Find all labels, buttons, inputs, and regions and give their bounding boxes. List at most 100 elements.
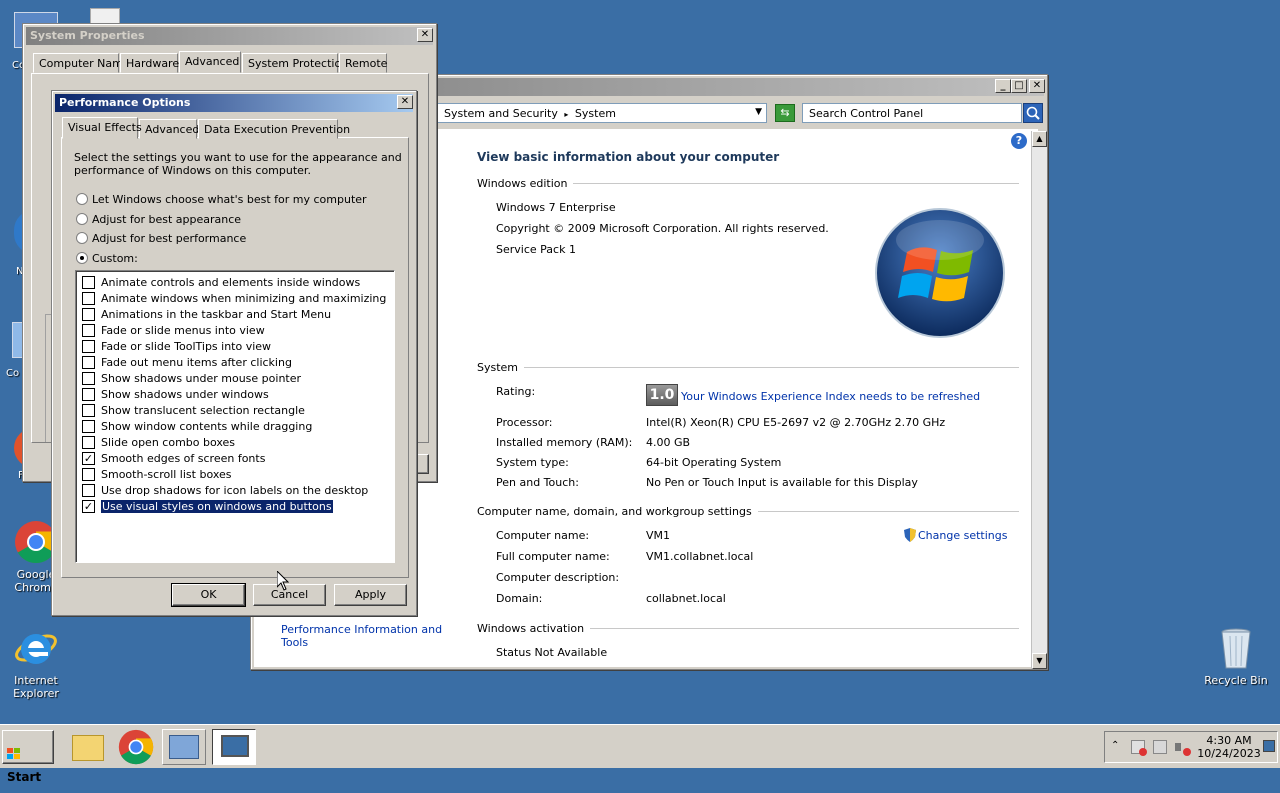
checkbox-checked[interactable]: ✓ — [82, 499, 95, 513]
close-icon[interactable]: ✕ — [1029, 79, 1045, 93]
start-button[interactable]: Start — [2, 730, 54, 784]
effect-item[interactable]: Smooth-scroll list boxes — [82, 466, 232, 482]
pen-touch-label: Pen and Touch: — [496, 476, 579, 489]
checkbox[interactable] — [82, 435, 95, 449]
tab-advanced[interactable]: Advanced — [139, 119, 199, 139]
radio-button[interactable] — [76, 213, 88, 225]
tab-advanced[interactable]: Advanced — [179, 51, 241, 73]
effect-label: Fade or slide ToolTips into view — [101, 339, 272, 353]
checkbox-checked[interactable]: ✓ — [82, 451, 95, 465]
visual-effects-list[interactable]: Animate controls and elements inside win… — [75, 270, 395, 563]
desktop-icon-recycle-bin[interactable]: Recycle Bin — [1204, 626, 1268, 687]
radio-best-appearance[interactable]: Adjust for best appearance — [76, 211, 241, 227]
checkbox[interactable] — [82, 371, 95, 385]
checkbox[interactable] — [82, 355, 95, 369]
checkbox[interactable] — [82, 307, 95, 321]
network-icon[interactable] — [1153, 740, 1167, 754]
effect-label: Show translucent selection rectangle — [101, 403, 305, 417]
folder-icon — [72, 735, 104, 761]
breadcrumb-item[interactable]: System and Security — [444, 107, 558, 120]
performance-options-titlebar[interactable]: Performance Options — [55, 94, 413, 112]
tab-remote[interactable]: Remote — [339, 53, 387, 73]
tab-data-execution-prevention[interactable]: Data Execution Prevention — [198, 119, 350, 139]
checkbox[interactable] — [82, 323, 95, 337]
section-system: System — [477, 361, 1019, 374]
breadcrumb-separator-icon: ▸ — [564, 110, 569, 119]
checkbox[interactable] — [82, 419, 95, 433]
checkbox[interactable] — [82, 387, 95, 401]
radio-custom[interactable]: Custom: — [76, 250, 138, 266]
checkbox[interactable] — [82, 275, 95, 289]
taskbar-chrome[interactable] — [114, 729, 158, 765]
apply-button[interactable]: Apply — [334, 584, 407, 606]
effect-item[interactable]: Show shadows under windows — [82, 386, 269, 402]
desktop-icon-internet-explorer[interactable]: Internet Explorer — [4, 626, 68, 700]
radio-button[interactable] — [76, 193, 88, 205]
system-tray: ⌃ 4:30 AM 10/24/2023 — [1104, 731, 1278, 763]
effect-item[interactable]: Use drop shadows for icon labels on the … — [82, 482, 368, 498]
activation-status: Status Not Available — [496, 646, 608, 659]
checkbox[interactable] — [82, 403, 95, 417]
dialog-title: Performance Options — [59, 96, 191, 109]
effect-item[interactable]: Show window contents while dragging — [82, 418, 312, 434]
radio-button[interactable] — [76, 232, 88, 244]
effect-item[interactable]: Animate controls and elements inside win… — [82, 274, 360, 290]
scroll-down-icon[interactable]: ▼ — [1032, 653, 1047, 669]
checkbox[interactable] — [82, 467, 95, 481]
effect-label: Animate windows when minimizing and maxi… — [101, 291, 387, 305]
tab-visual-effects[interactable]: Visual Effects — [62, 117, 142, 139]
windows-logo-icon — [873, 206, 1007, 340]
tab-computer-name[interactable]: Computer Name — [33, 53, 130, 73]
breadcrumb-item[interactable]: System — [575, 107, 616, 120]
close-icon[interactable]: ✕ — [417, 28, 433, 42]
checkbox[interactable] — [82, 483, 95, 497]
effect-item[interactable]: ✓ Use visual styles on windows and button… — [82, 498, 334, 514]
chevron-down-icon[interactable]: ▼ — [755, 107, 762, 117]
show-desktop-icon[interactable] — [1263, 740, 1275, 752]
taskbar-system-properties[interactable] — [212, 729, 256, 765]
search-icon[interactable] — [1023, 103, 1043, 123]
radio-let-windows-choose[interactable]: Let Windows choose what's best for my co… — [76, 191, 367, 207]
effect-item[interactable]: ✓ Smooth edges of screen fonts — [82, 450, 265, 466]
change-settings-link[interactable]: Change settings — [904, 528, 1007, 542]
help-icon[interactable]: ? — [1011, 133, 1027, 149]
computer-name-label: Computer name: — [496, 529, 590, 542]
address-bar[interactable]: System and Security ▸ System ▼ — [437, 103, 767, 123]
cancel-button[interactable]: Cancel — [253, 584, 326, 606]
radio-button-selected[interactable] — [76, 252, 88, 264]
ok-button[interactable]: OK — [171, 583, 246, 607]
checkbox[interactable] — [82, 339, 95, 353]
performance-tools-link[interactable]: Performance Information and Tools — [281, 623, 442, 649]
effect-item[interactable]: Fade out menu items after clicking — [82, 354, 292, 370]
action-center-icon[interactable] — [1131, 740, 1147, 756]
rating-link[interactable]: Your Windows Experience Index needs to b… — [681, 390, 980, 403]
taskbar-control-panel[interactable] — [162, 729, 206, 765]
taskbar-explorer[interactable] — [66, 729, 110, 765]
effect-item[interactable]: Animate windows when minimizing and maxi… — [82, 290, 386, 306]
close-icon[interactable]: ✕ — [397, 95, 413, 109]
scrollbar[interactable]: ▲ ▼ — [1031, 131, 1047, 669]
effect-item[interactable]: Animations in the taskbar and Start Menu — [82, 306, 331, 322]
checkbox[interactable] — [82, 291, 95, 305]
scroll-up-icon[interactable]: ▲ — [1032, 131, 1047, 147]
maximize-icon[interactable]: □ — [1011, 79, 1027, 93]
clock[interactable]: 4:30 AM 10/24/2023 — [1197, 734, 1261, 760]
effect-item[interactable]: Slide open combo boxes — [82, 434, 235, 450]
search-input[interactable]: Search Control Panel — [802, 103, 1022, 123]
effect-item[interactable]: Show shadows under mouse pointer — [82, 370, 301, 386]
effect-item[interactable]: Show translucent selection rectangle — [82, 402, 305, 418]
volume-icon[interactable] — [1175, 740, 1191, 756]
effect-label: Use drop shadows for icon labels on the … — [101, 483, 369, 497]
radio-best-performance[interactable]: Adjust for best performance — [76, 230, 246, 246]
show-hidden-icons-icon[interactable]: ⌃ — [1111, 740, 1119, 751]
tab-system-protection[interactable]: System Protection — [242, 53, 348, 73]
effect-item[interactable]: Fade or slide menus into view — [82, 322, 265, 338]
system-properties-titlebar[interactable]: System Properties — [26, 27, 433, 45]
minimize-icon[interactable]: _ — [995, 79, 1011, 93]
clock-time: 4:30 AM — [1206, 734, 1252, 747]
refresh-icon[interactable]: ⇆ — [775, 104, 795, 122]
effect-item[interactable]: Fade or slide ToolTips into view — [82, 338, 271, 354]
processor-label: Processor: — [496, 416, 553, 429]
tab-hardware[interactable]: Hardware — [120, 53, 179, 73]
clock-date: 10/24/2023 — [1197, 747, 1261, 760]
